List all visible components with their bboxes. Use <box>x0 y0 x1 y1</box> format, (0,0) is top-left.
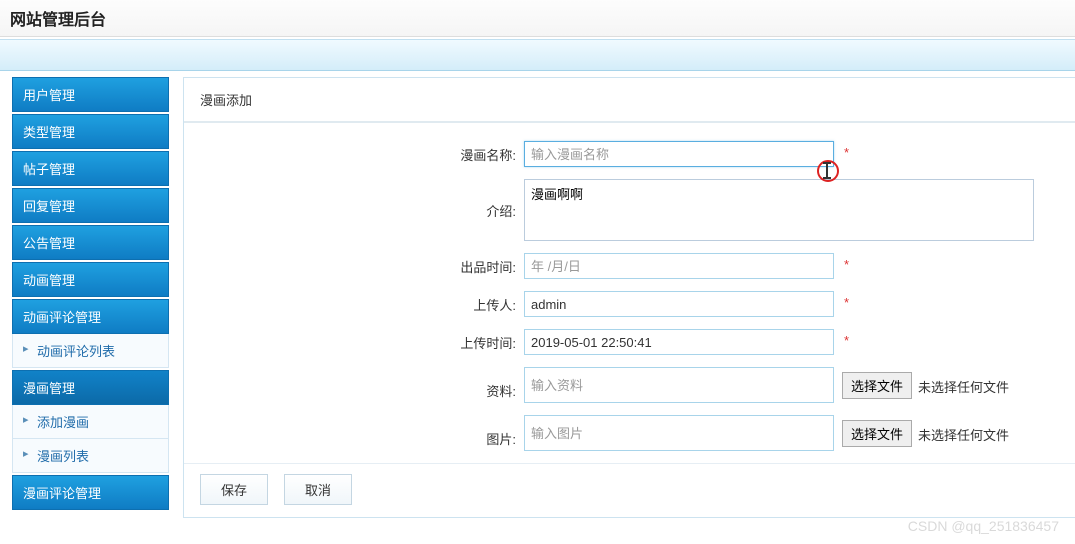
input-uploader[interactable] <box>524 291 834 317</box>
label-name: 漫画名称: <box>184 141 524 164</box>
file-select-pic[interactable]: 选择文件 <box>842 420 912 447</box>
form: 漫画名称: * 介绍: 出品时间: * 上传人: <box>184 122 1075 451</box>
row-uploader: 上传人: * <box>184 291 1075 317</box>
page-header-title: 网站管理后台 <box>10 6 1065 30</box>
row-pic: 图片: 选择文件 未选择任何文件 <box>184 415 1075 451</box>
row-name: 漫画名称: * <box>184 141 1075 167</box>
cancel-button[interactable]: 取消 <box>284 474 352 505</box>
file-status-pic: 未选择任何文件 <box>918 423 1009 444</box>
file-status-material: 未选择任何文件 <box>918 375 1009 396</box>
required-star: * <box>844 291 849 310</box>
input-intro[interactable] <box>524 179 1034 241</box>
content-panel: 漫画添加 漫画名称: * 介绍: 出品时间: * <box>183 77 1075 518</box>
row-release: 出品时间: * <box>184 253 1075 279</box>
row-intro: 介绍: <box>184 179 1075 241</box>
sidebar-item-notice-mgmt[interactable]: 公告管理 <box>12 225 169 260</box>
required-star: * <box>844 253 849 272</box>
content-title: 漫画添加 <box>184 78 1075 122</box>
sidebar: 用户管理 类型管理 帖子管理 回复管理 公告管理 动画管理 动画评论管理 动画评… <box>12 77 169 518</box>
label-intro: 介绍: <box>184 179 524 220</box>
main-layout: 用户管理 类型管理 帖子管理 回复管理 公告管理 动画管理 动画评论管理 动画评… <box>0 77 1075 518</box>
input-release-date[interactable] <box>524 253 834 279</box>
sidebar-item-comic-mgmt[interactable]: 漫画管理 <box>12 370 169 405</box>
sidebar-item-reply-mgmt[interactable]: 回复管理 <box>12 188 169 223</box>
sidebar-item-comic-comment-mgmt[interactable]: 漫画评论管理 <box>12 475 169 510</box>
file-select-material[interactable]: 选择文件 <box>842 372 912 399</box>
label-uploadtime: 上传时间: <box>184 329 524 352</box>
sidebar-sub-anime-comment-list[interactable]: 动画评论列表 <box>12 334 169 368</box>
required-star: * <box>844 329 849 348</box>
sidebar-item-post-mgmt[interactable]: 帖子管理 <box>12 151 169 186</box>
top-band <box>0 39 1075 71</box>
sidebar-item-type-mgmt[interactable]: 类型管理 <box>12 114 169 149</box>
label-material: 资料: <box>184 367 524 400</box>
label-release: 出品时间: <box>184 253 524 276</box>
header-bar: 网站管理后台 <box>0 0 1075 37</box>
required-star: * <box>844 141 849 160</box>
sidebar-sub-add-comic[interactable]: 添加漫画 <box>12 405 169 439</box>
row-uploadtime: 上传时间: * <box>184 329 1075 355</box>
sidebar-item-anime-comment-mgmt[interactable]: 动画评论管理 <box>12 299 169 334</box>
save-button[interactable]: 保存 <box>200 474 268 505</box>
sidebar-item-user-mgmt[interactable]: 用户管理 <box>12 77 169 112</box>
input-material[interactable] <box>524 367 834 403</box>
row-material: 资料: 选择文件 未选择任何文件 <box>184 367 1075 403</box>
input-comic-name[interactable] <box>524 141 834 167</box>
input-pic[interactable] <box>524 415 834 451</box>
label-uploader: 上传人: <box>184 291 524 314</box>
label-pic: 图片: <box>184 415 524 448</box>
input-uploadtime[interactable] <box>524 329 834 355</box>
sidebar-sub-comic-list[interactable]: 漫画列表 <box>12 439 169 473</box>
sidebar-item-anime-mgmt[interactable]: 动画管理 <box>12 262 169 297</box>
action-row: 保存 取消 <box>184 463 1075 517</box>
watermark: CSDN @qq_251836457 <box>908 518 1059 534</box>
